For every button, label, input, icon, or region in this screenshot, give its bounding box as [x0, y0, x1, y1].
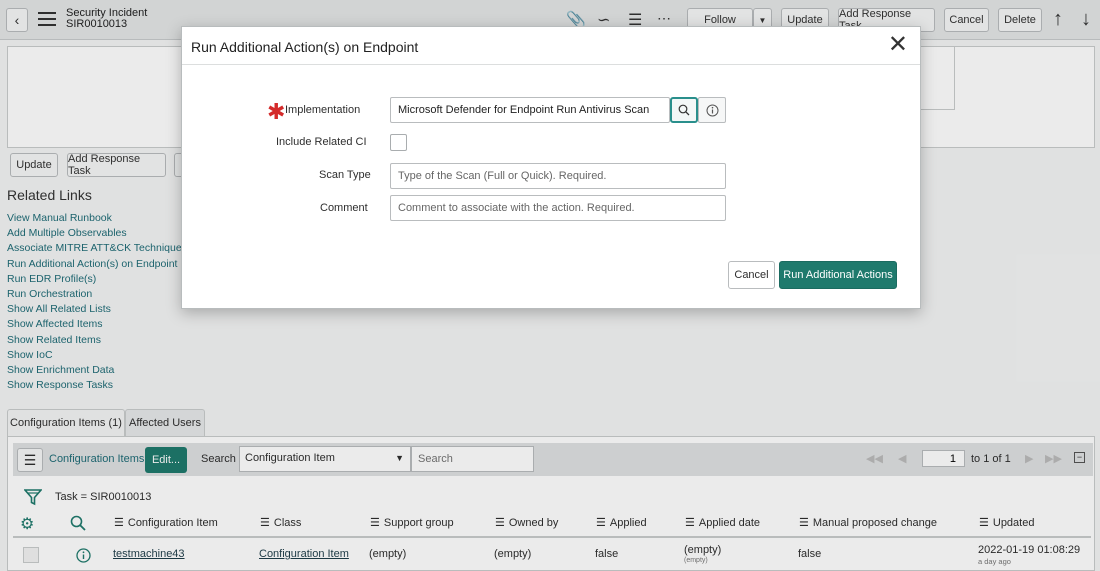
implementation-label: Implementation [285, 104, 361, 116]
implementation-field[interactable]: Microsoft Defender for Endpoint Run Anti… [390, 97, 670, 123]
required-indicator-icon: ✱ [267, 99, 286, 124]
run-additional-actions-button[interactable]: Run Additional Actions [779, 261, 897, 289]
include-related-ci-checkbox[interactable] [390, 134, 407, 151]
dialog-title: Run Additional Action(s) on Endpoint [191, 39, 419, 55]
dialog-cancel-button[interactable]: Cancel [728, 261, 775, 289]
include-related-ci-label: Include Related CI [276, 136, 367, 148]
reference-info-button[interactable] [698, 97, 726, 123]
implementation-value: Microsoft Defender for Endpoint Run Anti… [398, 104, 650, 116]
close-icon[interactable]: ✕ [888, 33, 908, 57]
search-icon [678, 104, 690, 116]
comment-label: Comment [320, 202, 368, 214]
info-icon [706, 104, 718, 116]
scan-type-label: Scan Type [319, 169, 371, 181]
comment-input[interactable] [390, 195, 726, 221]
scan-type-input[interactable] [390, 163, 726, 189]
dialog-cancel-label: Cancel [734, 269, 769, 281]
run-additional-actions-dialog: Run Additional Action(s) on Endpoint ✕ ✱… [181, 26, 921, 309]
lookup-button[interactable] [670, 97, 698, 123]
run-additional-actions-label: Run Additional Actions [783, 269, 893, 281]
dialog-divider [182, 64, 920, 65]
